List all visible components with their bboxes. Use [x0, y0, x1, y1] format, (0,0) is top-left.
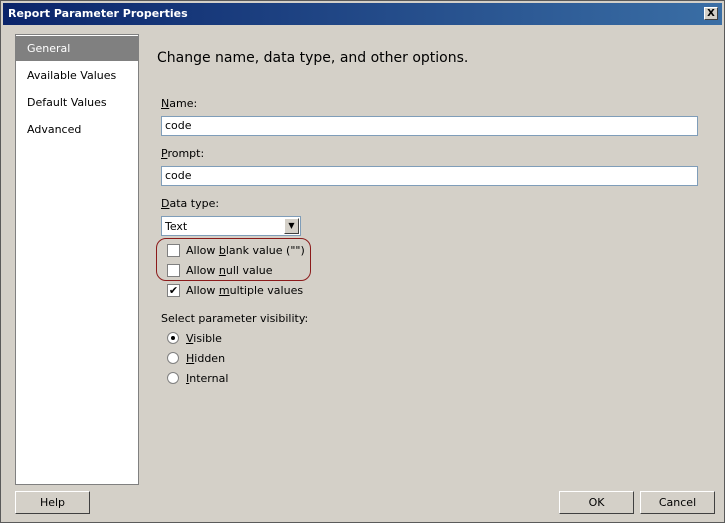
dialog-title: Report Parameter Properties	[8, 7, 188, 20]
allow-null-box[interactable]	[167, 264, 180, 277]
title-bar[interactable]: Report Parameter Properties X	[3, 3, 722, 25]
name-label-text: ame:	[169, 97, 198, 110]
prompt-label-text: rompt:	[167, 147, 205, 160]
allow-blank-label-pre: Allow	[186, 244, 219, 257]
allow-blank-label: Allow blank value ("")	[186, 244, 305, 257]
allow-null-label-post: ull value	[225, 264, 273, 277]
report-parameter-properties-dialog: Report Parameter Properties X General Av…	[0, 0, 725, 523]
help-button[interactable]: Help	[15, 491, 90, 514]
checkmark-icon: ✔	[168, 284, 179, 297]
visibility-label: Select parameter visibility:	[161, 312, 309, 325]
allow-null-label: Allow null value	[186, 264, 273, 277]
dialog-client-area: General Available Values Default Values …	[4, 25, 721, 519]
data-type-select[interactable]: Text ▼	[161, 216, 301, 236]
close-button[interactable]: X	[704, 7, 718, 20]
visible-radio-text: isible	[193, 332, 222, 345]
allow-blank-label-post: lank value ("")	[225, 244, 305, 257]
data-type-label: Data type:	[161, 197, 219, 210]
visible-radio-label: Visible	[186, 332, 222, 345]
nav-item-general[interactable]: General	[16, 36, 138, 61]
allow-multiple-checkbox[interactable]: ✔ Allow multiple values	[167, 283, 327, 299]
prompt-input[interactable]: code	[161, 166, 698, 186]
data-type-label-text: ata type:	[169, 197, 220, 210]
cancel-button[interactable]: Cancel	[640, 491, 715, 514]
hidden-radio[interactable]: Hidden	[167, 351, 287, 367]
visible-radio-circle[interactable]	[167, 332, 179, 344]
name-input[interactable]: code	[161, 116, 698, 136]
allow-null-label-accesskey: n	[218, 264, 226, 277]
ok-button[interactable]: OK	[559, 491, 634, 514]
internal-radio-label: Internal	[186, 372, 228, 385]
close-icon: X	[707, 8, 715, 19]
name-label-accesskey: N	[161, 97, 170, 110]
name-label: Name:	[161, 97, 197, 110]
internal-radio[interactable]: Internal	[167, 371, 287, 387]
internal-radio-circle[interactable]	[167, 372, 179, 384]
allow-multiple-label-accesskey: m	[218, 284, 230, 297]
allow-multiple-label-post: ultiple values	[229, 284, 304, 297]
nav-item-available-values[interactable]: Available Values	[16, 63, 138, 88]
allow-multiple-label-pre: Allow	[186, 284, 219, 297]
allow-null-checkbox[interactable]: Allow null value	[167, 263, 327, 279]
visible-radio[interactable]: Visible	[167, 331, 287, 347]
allow-multiple-box[interactable]: ✔	[167, 284, 180, 297]
prompt-label: Prompt:	[161, 147, 204, 160]
allow-blank-box[interactable]	[167, 244, 180, 257]
nav-item-default-values[interactable]: Default Values	[16, 90, 138, 115]
nav-item-advanced[interactable]: Advanced	[16, 117, 138, 142]
allow-null-label-pre: Allow	[186, 264, 219, 277]
allow-blank-checkbox[interactable]: Allow blank value ("")	[167, 243, 327, 259]
allow-blank-label-accesskey: b	[218, 244, 226, 257]
internal-radio-text: nternal	[189, 372, 229, 385]
hidden-radio-text: idden	[194, 352, 226, 365]
dropdown-arrow-icon[interactable]: ▼	[284, 218, 299, 234]
allow-multiple-label: Allow multiple values	[186, 284, 303, 297]
data-type-value: Text	[165, 220, 188, 233]
settings-navigation: General Available Values Default Values …	[15, 34, 139, 485]
hidden-radio-circle[interactable]	[167, 352, 179, 364]
page-heading: Change name, data type, and other option…	[157, 50, 469, 66]
hidden-radio-label: Hidden	[186, 352, 225, 365]
